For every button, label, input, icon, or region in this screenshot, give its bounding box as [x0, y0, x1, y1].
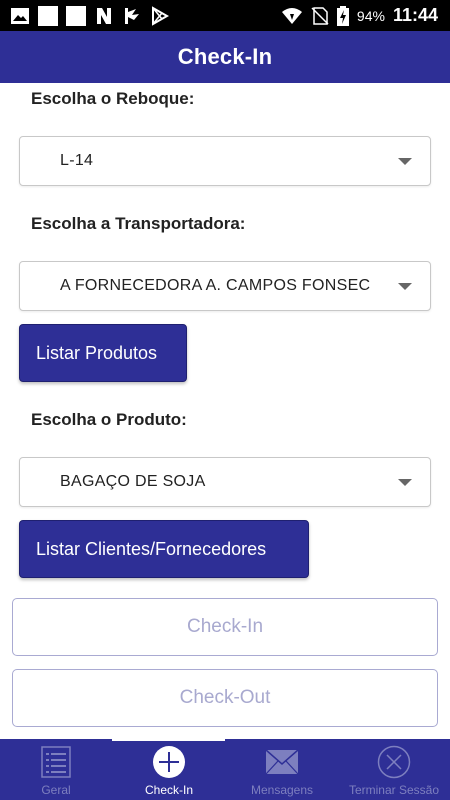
flag-icon — [125, 8, 139, 24]
plus-circle-icon — [152, 745, 186, 779]
checkin-form: Escolha o Reboque: L-14 Escolha a Transp… — [0, 83, 450, 739]
tab-checkin[interactable]: Check-In — [113, 739, 225, 800]
bottom-tab-bar: Geral Check-In Mensagens Terminar Sessão — [0, 737, 450, 800]
tab-label: Mensagens — [250, 783, 314, 797]
tab-terminar-sessao[interactable]: Terminar Sessão — [338, 739, 450, 800]
chevron-down-icon — [398, 283, 412, 290]
produto-select-value: BAGAÇO DE SOJA — [60, 473, 206, 490]
checkout-button[interactable]: Check-Out — [12, 669, 438, 727]
reboque-select[interactable]: L-14 — [19, 136, 431, 186]
checkin-button[interactable]: Check-In — [12, 598, 438, 656]
clock: 11:44 — [392, 5, 438, 25]
produto-label: Escolha o Produto: — [31, 410, 187, 429]
chevron-down-icon — [398, 158, 412, 165]
notification-icons — [10, 6, 170, 26]
listar-produtos-button[interactable]: Listar Produtos — [19, 324, 187, 382]
page-title: Check-In — [177, 44, 273, 69]
n-icon — [97, 8, 111, 24]
system-status: 94% 11:44 — [281, 0, 438, 31]
close-circle-icon — [377, 745, 411, 779]
envelope-icon — [265, 745, 299, 779]
transportadora-select[interactable]: A FORNECEDORA A. CAMPOS FONSEC — [19, 261, 431, 311]
tab-label: Check-In — [144, 783, 194, 797]
status-bar: 94% 11:44 — [0, 0, 450, 31]
list-icon — [39, 745, 73, 779]
tab-geral[interactable]: Geral — [0, 739, 112, 800]
chevron-down-icon — [398, 479, 412, 486]
transportadora-label: Escolha a Transportadora: — [31, 214, 246, 233]
white-square-icon — [38, 6, 58, 26]
battery-percent: 94% — [356, 7, 385, 24]
battery-charging-icon — [336, 5, 349, 26]
white-square-icon — [66, 6, 86, 26]
image-icon — [11, 8, 29, 24]
no-sim-icon — [311, 6, 329, 25]
produto-select[interactable]: BAGAÇO DE SOJA — [19, 457, 431, 507]
tab-label: Geral — [41, 783, 71, 797]
tab-label: Terminar Sessão — [348, 783, 440, 797]
transportadora-select-value: A FORNECEDORA A. CAMPOS FONSEC — [60, 277, 371, 294]
app-bar: Check-In — [0, 31, 450, 83]
listar-clientes-button[interactable]: Listar Clientes/Fornecedores — [19, 520, 309, 578]
reboque-select-value: L-14 — [60, 152, 94, 169]
reboque-label: Escolha o Reboque: — [31, 89, 195, 108]
tab-mensagens[interactable]: Mensagens — [226, 739, 338, 800]
wifi-icon — [281, 7, 302, 24]
play-store-icon — [152, 6, 170, 26]
